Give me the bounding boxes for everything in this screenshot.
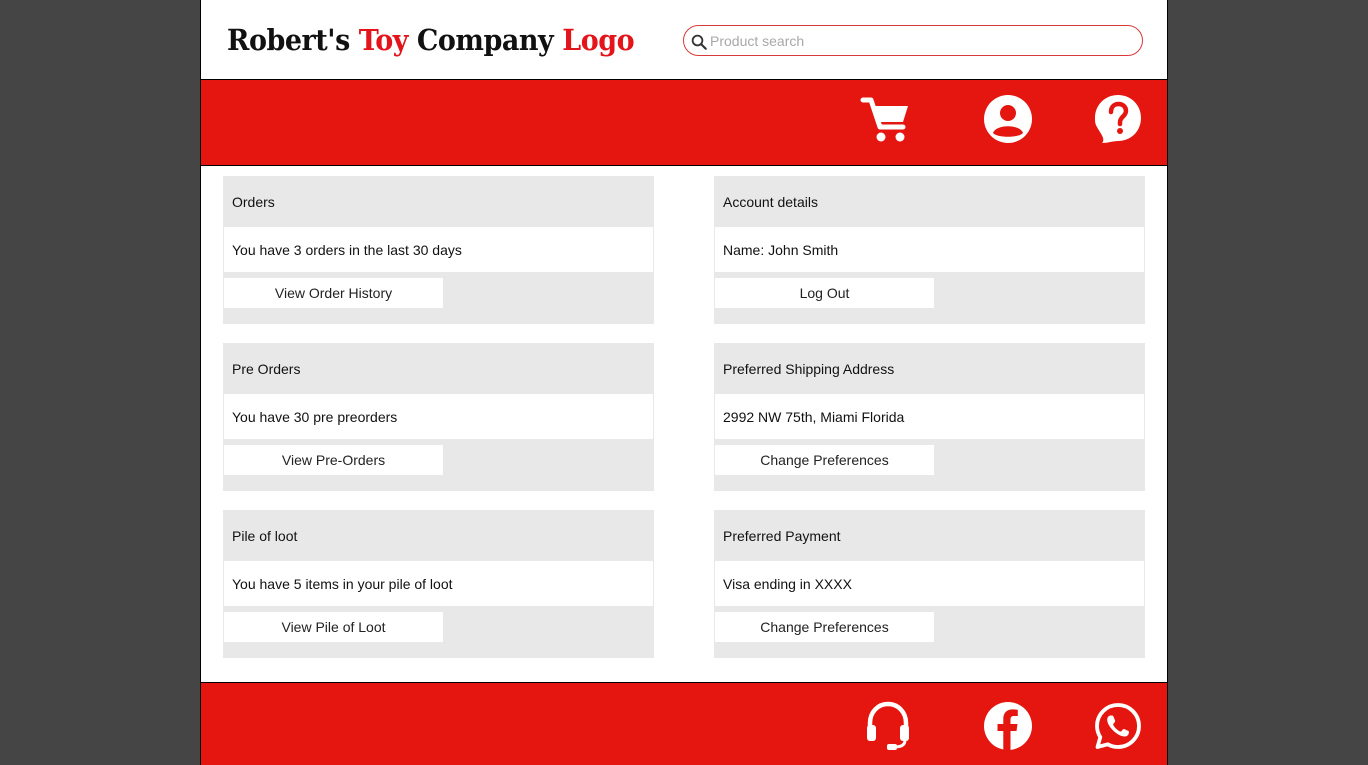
pile-of-loot-card: Pile of loot You have 5 items in your pi… — [223, 510, 654, 658]
card-text: 2992 NW 75th, Miami Florida — [723, 409, 905, 425]
pre-orders-card: Pre Orders You have 30 pre preorders Vie… — [223, 343, 654, 491]
product-search-input[interactable] — [710, 29, 1130, 52]
card-body: You have 30 pre preorders — [224, 394, 653, 439]
footer — [201, 682, 1167, 765]
view-pre-orders-button[interactable]: View Pre-Orders — [224, 445, 443, 475]
card-text: You have 5 items in your pile of loot — [232, 576, 453, 592]
card-body: You have 5 items in your pile of loot — [224, 561, 653, 606]
payment-card: Preferred Payment Visa ending in XXXX Ch… — [714, 510, 1145, 658]
headset-icon[interactable] — [863, 701, 913, 751]
card-body: Visa ending in XXXX — [715, 561, 1144, 606]
facebook-icon[interactable] — [983, 701, 1033, 751]
product-search-box — [683, 25, 1143, 56]
account-dashboard: Orders You have 3 orders in the last 30 … — [201, 166, 1167, 682]
company-logo[interactable]: Robert's Toy Company Logo — [227, 20, 635, 60]
change-payment-preferences-button[interactable]: Change Preferences — [715, 612, 934, 642]
card-title: Preferred Payment — [723, 528, 841, 544]
view-order-history-button[interactable]: View Order History — [224, 278, 443, 308]
shipping-address-card: Preferred Shipping Address 2992 NW 75th,… — [714, 343, 1145, 491]
help-icon[interactable] — [1092, 93, 1144, 145]
card-text: Visa ending in XXXX — [723, 576, 852, 592]
card-title: Pre Orders — [232, 361, 301, 377]
search-icon[interactable] — [690, 33, 708, 51]
card-title: Pile of loot — [232, 528, 298, 544]
logo-text-logo: Logo — [562, 23, 635, 57]
card-body: Name: John Smith — [715, 227, 1144, 272]
logo-text-roberts: Robert's — [227, 23, 359, 57]
orders-card: Orders You have 3 orders in the last 30 … — [223, 176, 654, 324]
logo-text-toy: Toy — [358, 23, 409, 57]
header: Robert's Toy Company Logo — [201, 0, 1167, 79]
whatsapp-icon[interactable] — [1093, 701, 1143, 751]
cart-icon[interactable] — [860, 93, 912, 145]
logo-text-company: Company — [407, 23, 563, 57]
card-title: Preferred Shipping Address — [723, 361, 895, 377]
change-shipping-preferences-button[interactable]: Change Preferences — [715, 445, 934, 475]
card-body: You have 3 orders in the last 30 days — [224, 227, 653, 272]
page: Robert's Toy Company Logo Product search… — [200, 0, 1168, 765]
card-title: Account details — [723, 194, 818, 210]
account-icon[interactable] — [982, 93, 1034, 145]
account-details-card: Account details Name: John Smith Log Out — [714, 176, 1145, 324]
log-out-button[interactable]: Log Out — [715, 278, 934, 308]
card-title: Orders — [232, 194, 275, 210]
card-text: You have 3 orders in the last 30 days — [232, 242, 462, 258]
nav-bar — [201, 79, 1167, 166]
card-text: You have 30 pre preorders — [232, 409, 398, 425]
card-body: 2992 NW 75th, Miami Florida — [715, 394, 1144, 439]
card-text: Name: John Smith — [723, 242, 839, 258]
view-pile-of-loot-button[interactable]: View Pile of Loot — [224, 612, 443, 642]
